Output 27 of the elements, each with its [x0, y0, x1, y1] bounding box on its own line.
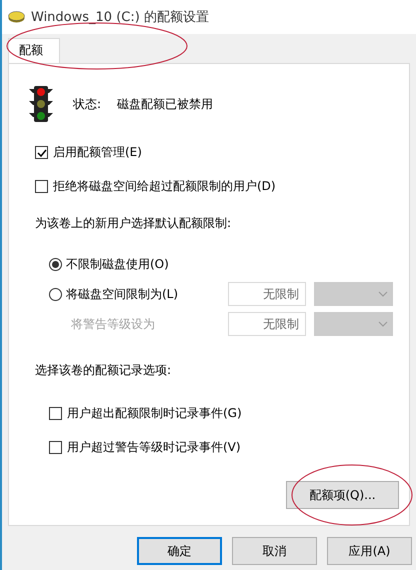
- window-title: Windows_10 (C:) 的配额设置: [31, 9, 209, 26]
- checkbox[interactable]: [35, 180, 48, 193]
- chevron-icon: [378, 321, 388, 327]
- radio-button[interactable]: [49, 258, 62, 270]
- tab[interactable]: 配额: [8, 38, 60, 63]
- section-heading: 选择该卷的配额记录选项:: [35, 362, 172, 379]
- status-value: 磁盘配额已被禁用: [117, 96, 214, 112]
- traffic-light-icon: [29, 86, 53, 122]
- checkbox[interactable]: [49, 441, 62, 454]
- quota-entries-button[interactable]: 配额项(Q)...: [286, 481, 399, 509]
- checkbox[interactable]: [49, 407, 62, 420]
- section-heading: 为该卷上的新用户选择默认配额限制:: [35, 215, 232, 232]
- dialog-button[interactable]: 确定: [137, 537, 222, 565]
- dialog-button[interactable]: 应用(A): [327, 537, 412, 565]
- checkbox[interactable]: [35, 146, 48, 159]
- chevron-icon: [378, 291, 388, 297]
- radio-label: 不限制磁盘使用(O): [66, 256, 169, 272]
- checkbox-label: 拒绝将磁盘空间给超过配额限制的用户(D): [53, 178, 276, 195]
- checkbox-label: 启用配额管理(E): [53, 144, 142, 161]
- checkbox-label: 用户超出配额限制时记录事件(G): [67, 405, 242, 422]
- radio-label: 将磁盘空间限制为(L): [66, 286, 178, 302]
- status-label: 状态:: [73, 96, 102, 112]
- warning-label: 将警告等级设为: [71, 316, 155, 332]
- radio-button[interactable]: [49, 288, 62, 300]
- drive-icon: [8, 11, 25, 23]
- checkbox-label: 用户超过警告等级时记录事件(V): [67, 439, 241, 456]
- dialog-button[interactable]: 取消: [232, 537, 317, 565]
